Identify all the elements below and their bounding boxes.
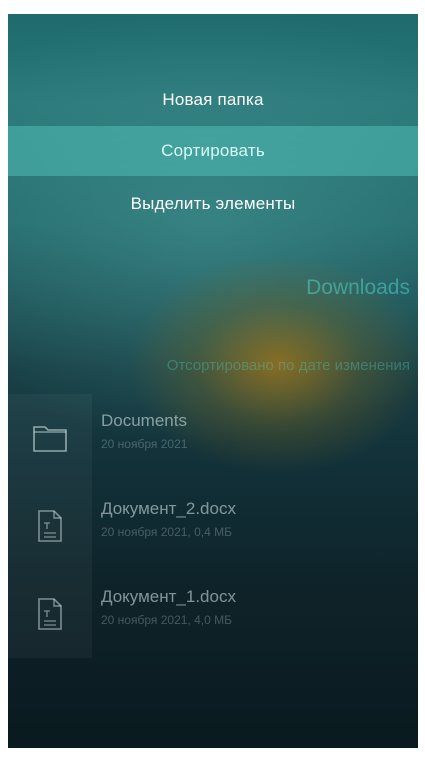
menu-item-new-folder[interactable]: Новая папка (8, 75, 418, 125)
list-item-name: Documents (101, 411, 187, 430)
list-item-name: Документ_1.docx (101, 587, 236, 606)
list-item-meta: 20 ноября 2021, 0,4 МБ (101, 525, 232, 539)
list-item-document[interactable]: Документ_2.docx 20 ноября 2021, 0,4 МБ (8, 482, 418, 570)
list-item-icon-box (8, 394, 92, 482)
menu-item-sort[interactable]: Сортировать (8, 126, 418, 176)
list-item-meta: 20 ноября 2021, 4,0 МБ (101, 613, 232, 627)
list-item-meta: 20 ноября 2021 (101, 437, 188, 451)
file-manager-screen: Новая папка Сортировать Выделить элемент… (8, 14, 418, 748)
list-item-folder[interactable]: Documents 20 ноября 2021 (8, 394, 418, 482)
list-item-name: Документ_2.docx (101, 499, 236, 518)
list-item-icon-box (8, 482, 92, 570)
list-item-icon-box (8, 570, 92, 658)
page-title: Downloads (306, 276, 410, 299)
menu-item-select-items[interactable]: Выделить элементы (8, 179, 418, 229)
document-icon (37, 597, 63, 631)
sort-section-header: Отсортировано по дате изменения (166, 357, 410, 374)
folder-icon (32, 423, 68, 453)
list-item-document[interactable]: Документ_1.docx 20 ноября 2021, 4,0 МБ (8, 570, 418, 658)
document-icon (37, 509, 63, 543)
